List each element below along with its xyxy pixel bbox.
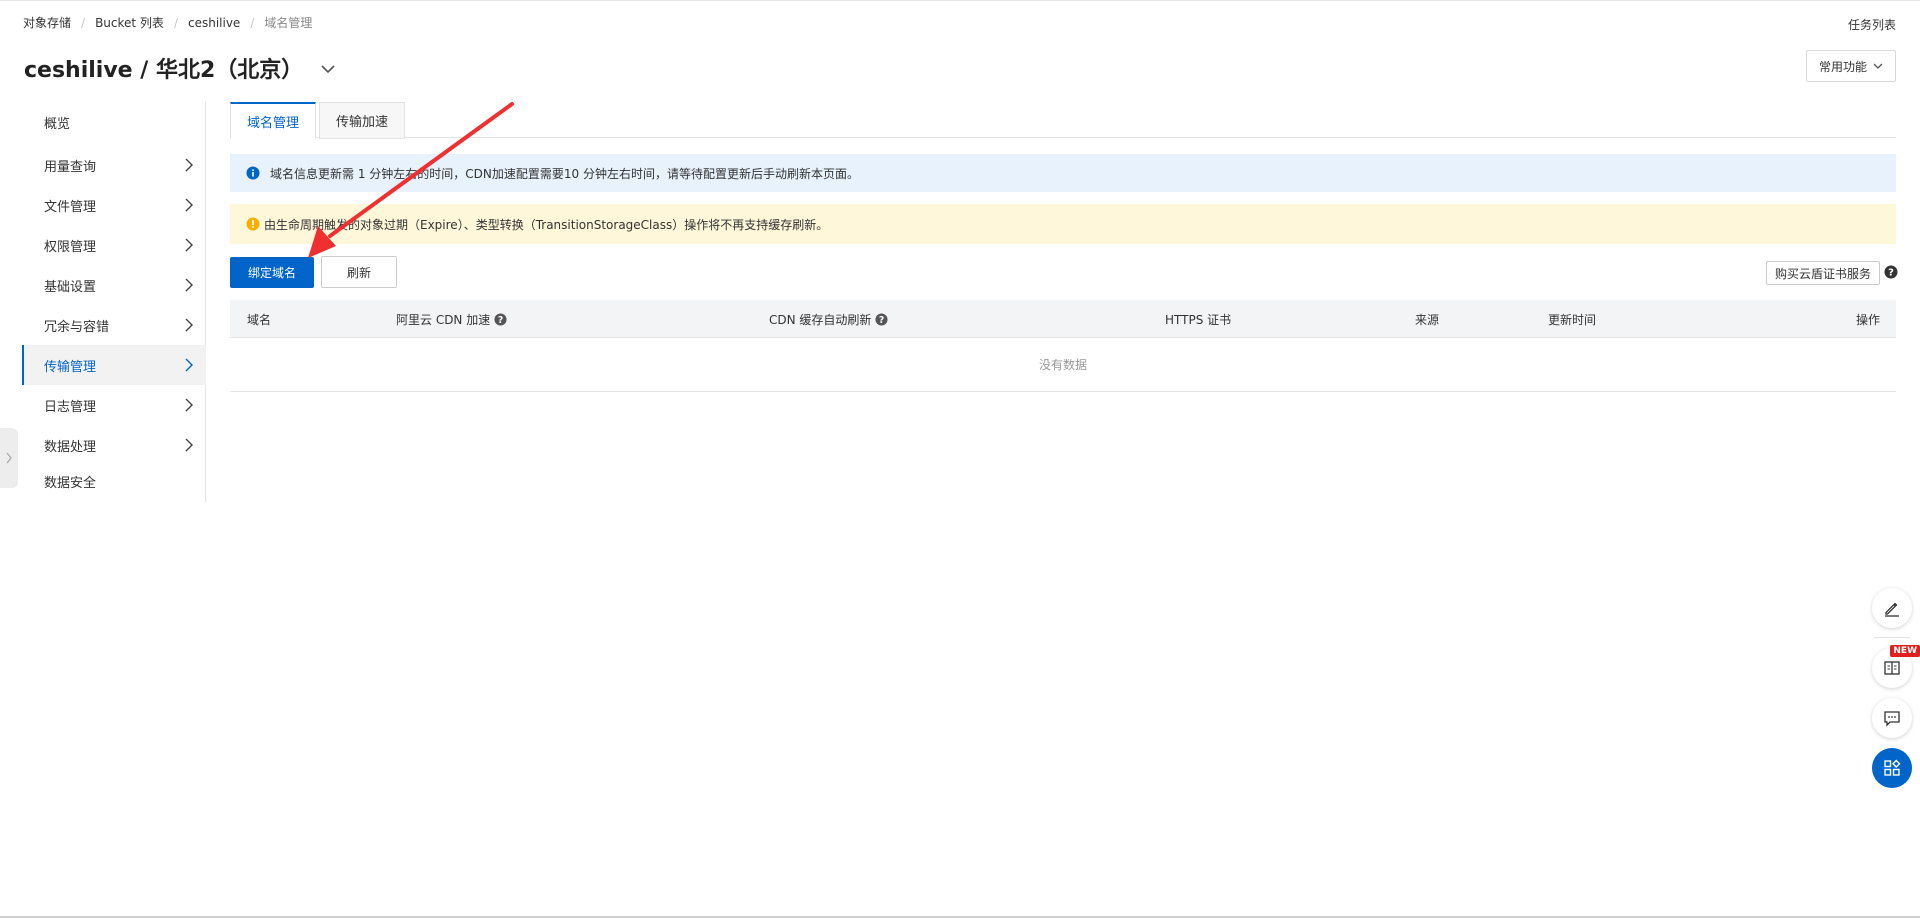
sidebar-item-transfer[interactable]: 传输管理: [22, 345, 206, 385]
column-label: 来源: [1415, 312, 1440, 327]
tab-label: 传输加速: [336, 115, 389, 130]
chevron-right-icon: [185, 238, 193, 252]
new-badge: NEW: [1890, 645, 1920, 657]
tab-label: 域名管理: [247, 115, 300, 131]
sidebar-item-overview[interactable]: 概览: [22, 102, 206, 142]
column-label: 阿里云 CDN 加速: [396, 312, 491, 327]
warning-notice-text: 由生命周期触发的对象过期（Expire）、类型转换（TransitionStor…: [264, 217, 829, 232]
tab-domain-management[interactable]: 域名管理: [230, 102, 317, 139]
chevron-right-icon: [185, 318, 193, 332]
chevron-right-icon: [185, 198, 193, 212]
page-title: ceshilive / 华北2（北京）: [24, 52, 337, 84]
sidebar-item-label: 数据处理: [44, 439, 97, 455]
sidebar-item-redundancy[interactable]: 冗余与容错: [22, 305, 206, 345]
warning-icon: [246, 217, 260, 231]
column-domain: 域名: [247, 300, 271, 338]
sidebar-item-label: 基础设置: [44, 279, 97, 295]
common-functions-label: 常用功能: [1818, 59, 1867, 74]
sidebar: 概览 用量查询 文件管理 权限管理 基础设置 冗余与容错 传输管理 日志管理 数…: [22, 102, 206, 502]
help-icon[interactable]: ?: [875, 312, 888, 326]
svg-text:?: ?: [879, 314, 884, 325]
page-title-text: ceshilive / 华北2（北京）: [24, 58, 304, 83]
svg-text:?: ?: [498, 314, 503, 325]
breadcrumb-object-storage[interactable]: 对象存储: [23, 14, 71, 31]
apps-grid-icon: [1884, 759, 1901, 776]
help-icon[interactable]: ?: [494, 312, 507, 326]
pencil-icon: [1885, 602, 1899, 617]
sidebar-item-label: 冗余与容错: [44, 319, 110, 335]
edit-tool-button[interactable]: [1872, 588, 1912, 628]
chevron-right-icon: [185, 158, 193, 172]
breadcrumb-current: 域名管理: [264, 16, 313, 30]
sidebar-item-label: 权限管理: [44, 239, 97, 255]
column-updated-time: 更新时间: [1548, 300, 1596, 338]
sidebar-item-label: 日志管理: [44, 399, 97, 415]
sidebar-item-permissions[interactable]: 权限管理: [22, 225, 206, 265]
column-label: 域名: [247, 312, 272, 327]
help-icon[interactable]: ?: [1884, 265, 1898, 279]
chevron-right-icon: [185, 398, 193, 412]
svg-text:?: ?: [1888, 268, 1894, 279]
sidebar-expand-handle[interactable]: [0, 428, 18, 488]
breadcrumb-bucket-list[interactable]: Bucket 列表: [95, 14, 164, 31]
refresh-button[interactable]: 刷新: [321, 256, 397, 288]
sidebar-item-label: 概览: [44, 116, 71, 132]
breadcrumb-separator: /: [250, 15, 255, 30]
table-header: 域名 阿里云 CDN 加速 ? CDN 缓存自动刷新 ? HTTPS 证书 来源…: [230, 300, 1896, 338]
sidebar-item-files[interactable]: 文件管理: [22, 185, 206, 225]
sidebar-item-label: 文件管理: [44, 199, 97, 215]
column-source: 来源: [1415, 300, 1439, 338]
sidebar-item-label: 用量查询: [44, 159, 97, 175]
column-label: CDN 缓存自动刷新: [769, 312, 872, 327]
sidebar-item-usage[interactable]: 用量查询: [22, 145, 206, 185]
breadcrumb-separator: /: [173, 15, 178, 30]
breadcrumb-bucket[interactable]: ceshilive: [188, 16, 240, 30]
column-label: HTTPS 证书: [1165, 312, 1232, 327]
sidebar-item-label: 传输管理: [44, 359, 97, 375]
table-empty-row: 没有数据: [230, 338, 1896, 392]
chat-icon: [1884, 711, 1900, 727]
book-icon: [1884, 661, 1900, 675]
info-notice-text: 域名信息更新需 1 分钟左右的时间，CDN加速配置需要10 分钟左右时间，请等待…: [270, 166, 859, 181]
chevron-down-icon[interactable]: [319, 59, 337, 77]
chevron-right-icon: [185, 278, 193, 292]
breadcrumb-separator: /: [81, 15, 86, 30]
chevron-right-icon: [185, 358, 193, 372]
info-notice: 域名信息更新需 1 分钟左右的时间，CDN加速配置需要10 分钟左右时间，请等待…: [230, 154, 1896, 192]
common-functions-button[interactable]: 常用功能: [1806, 50, 1896, 82]
sidebar-item-label: 数据安全: [44, 475, 97, 491]
tab-transfer-acceleration[interactable]: 传输加速: [319, 102, 406, 139]
chevron-right-icon: [185, 438, 193, 452]
empty-text: 没有数据: [1038, 358, 1087, 372]
feedback-tool-button[interactable]: [1872, 698, 1912, 738]
chevron-right-icon: [6, 452, 12, 464]
column-label: 操作: [1855, 312, 1880, 327]
apps-tool-button[interactable]: [1872, 748, 1912, 788]
warning-notice: 由生命周期触发的对象过期（Expire）、类型转换（TransitionStor…: [230, 204, 1896, 244]
sidebar-item-data-processing[interactable]: 数据处理: [22, 425, 206, 465]
column-https-cert: HTTPS 证书: [1165, 300, 1231, 338]
bind-domain-button[interactable]: 绑定域名: [230, 257, 314, 288]
sidebar-item-logs[interactable]: 日志管理: [22, 385, 206, 425]
breadcrumb: 对象存储 / Bucket 列表 / ceshilive / 域名管理: [23, 14, 312, 31]
column-label: 更新时间: [1548, 312, 1597, 327]
column-cdn-acceleration: 阿里云 CDN 加速 ?: [396, 300, 507, 338]
chevron-down-icon: [1873, 63, 1883, 69]
info-icon: [246, 166, 260, 180]
buy-cert-button[interactable]: 购买云盾证书服务: [1766, 261, 1880, 285]
task-list-link[interactable]: 任务列表: [1848, 16, 1896, 33]
sidebar-item-data-security[interactable]: 数据安全: [22, 461, 206, 501]
sidebar-item-basic-settings[interactable]: 基础设置: [22, 265, 206, 305]
tab-bar: 域名管理 传输加速: [230, 102, 1896, 139]
column-actions: 操作: [1856, 300, 1880, 338]
column-cdn-cache-refresh: CDN 缓存自动刷新 ?: [769, 300, 888, 338]
